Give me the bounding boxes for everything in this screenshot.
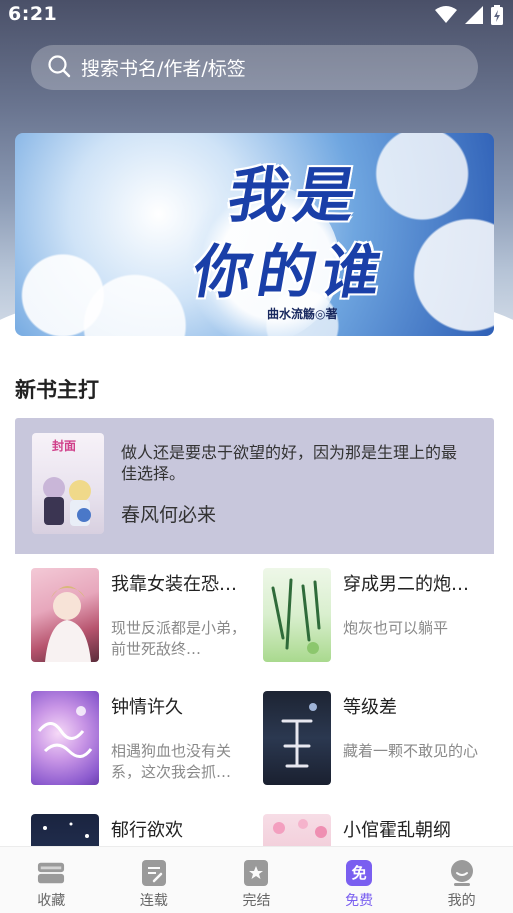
promo-banner[interactable]: 我是 你的谁 曲水流觞◎著 [15, 133, 494, 336]
book-description: 现世反派都是小弟，前世死敌终… [111, 619, 247, 658]
free-badge: 免 [346, 860, 373, 886]
book-cover [31, 691, 99, 785]
serial-icon [140, 859, 168, 887]
tab-label: 连载 [139, 893, 168, 909]
status-icons [435, 5, 503, 29]
book-card[interactable]: 小倌霍乱朝纲 [263, 814, 493, 846]
featured-cover-text: 封面 [52, 439, 77, 453]
search-placeholder: 搜索书名/作者/标签 [81, 58, 246, 80]
book-title: 穿成男二的炮… [343, 574, 469, 595]
bookshelf-icon [37, 859, 65, 887]
book-title: 小倌霍乱朝纲 [343, 820, 451, 841]
completed-icon [242, 859, 270, 887]
featured-book-description: 做人还是要忠于欲望的好，因为那是生理上的最佳选择。 [121, 443, 458, 483]
book-cover [263, 814, 331, 846]
tab-label: 完结 [242, 893, 271, 909]
tab-favorites[interactable]: 收藏 [0, 847, 103, 913]
book-cover [263, 691, 331, 785]
battery-icon [491, 5, 503, 29]
tab-completed[interactable]: 完结 [205, 847, 308, 913]
book-title: 钟情许久 [111, 697, 183, 718]
featured-book-author: 春风何必来 [121, 504, 217, 526]
featured-book-card[interactable]: 封面 做人还是要忠于欲望的好，因为那是生理上的最佳选择。 春风何必来 [15, 418, 494, 554]
banner-title-line2: 你的谁 [188, 238, 393, 306]
tab-label: 免费 [345, 893, 374, 909]
banner-title-line1: 我是 [222, 161, 368, 231]
book-description: 相遇狗血也没有关系，这次我会抓… [111, 742, 232, 781]
search-bar[interactable]: 搜索书名/作者/标签 [31, 45, 478, 90]
status-time: 6:21 [8, 3, 58, 25]
section-title: 新书主打 [15, 378, 99, 402]
new-books-section: 新书主打 封面 做人还是要忠于欲望的好，因为那是生理上的最佳选择。 春风何必来 … [0, 360, 513, 846]
signal-icon [465, 6, 483, 28]
book-title: 等级差 [343, 697, 397, 718]
book-cover [31, 814, 99, 846]
status-bar: 6:21 [0, 0, 513, 30]
book-card[interactable]: 穿成男二的炮… 炮灰也可以躺平 [263, 568, 493, 664]
banner-author: 曲水流觞◎著 [267, 307, 338, 321]
book-description: 炮灰也可以躺平 [343, 619, 449, 637]
wifi-icon [435, 6, 457, 28]
search-icon [47, 54, 71, 82]
tab-serial[interactable]: 连载 [103, 847, 206, 913]
book-description: 藏着一颗不敢见的心 [343, 742, 479, 760]
bottom-tab-bar: 收藏 连载 完结 免 免费 我的 [0, 846, 513, 913]
featured-book-cover: 封面 [32, 433, 104, 534]
book-cover [31, 568, 99, 662]
book-cover [263, 568, 331, 662]
profile-icon [448, 859, 476, 887]
book-card[interactable]: 郁行欲欢 [31, 814, 261, 846]
tab-free[interactable]: 免 免费 [308, 847, 411, 913]
book-card[interactable]: 等级差 藏着一颗不敢见的心 [263, 691, 493, 787]
free-icon: 免 [345, 859, 373, 887]
tab-label: 我的 [447, 893, 476, 909]
book-card[interactable]: 钟情许久 相遇狗血也没有关系，这次我会抓… [31, 691, 261, 787]
book-card[interactable]: 我靠女装在恐… 现世反派都是小弟，前世死敌终… [31, 568, 261, 664]
book-title: 我靠女装在恐… [111, 574, 237, 595]
tab-profile[interactable]: 我的 [410, 847, 513, 913]
book-title: 郁行欲欢 [111, 820, 183, 841]
tab-label: 收藏 [37, 893, 66, 909]
